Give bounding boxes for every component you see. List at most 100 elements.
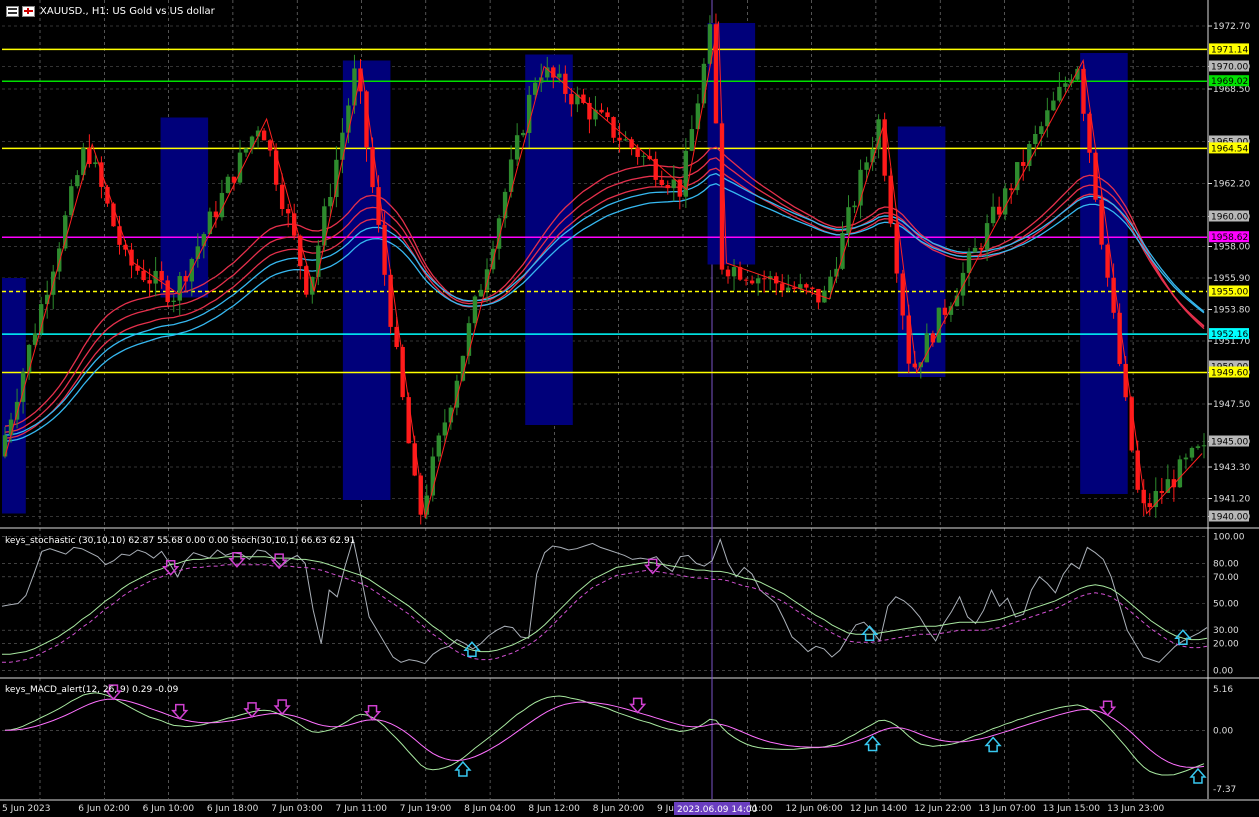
candle-body xyxy=(304,266,309,295)
level-marker-label: 1940.00 xyxy=(1211,513,1248,523)
candle-body xyxy=(249,136,255,149)
candle-body xyxy=(1111,277,1116,313)
candle-body xyxy=(273,150,279,185)
macd-line xyxy=(4,692,1205,776)
price-tick-label: 1947.50 xyxy=(1213,400,1250,410)
candle-body xyxy=(792,287,797,289)
candle-body xyxy=(14,401,20,420)
price-tick-label: 1972.70 xyxy=(1213,22,1250,32)
price-tick-label: 1962.20 xyxy=(1213,180,1250,190)
level-price-tag-label: 1952.16 xyxy=(1211,330,1248,340)
level-price-tag-label: 1958.62 xyxy=(1211,233,1248,243)
candle-body xyxy=(846,207,851,233)
time-tick-label: 8 Jun 12:00 xyxy=(528,804,580,814)
stoch-tick-label: 30.00 xyxy=(1213,626,1239,636)
time-tick-label: 12 Jun 14:00 xyxy=(850,804,907,814)
stoch-tick-label: 70.00 xyxy=(1213,573,1239,583)
candle-body xyxy=(786,287,791,291)
macd-tick-label: 0.00 xyxy=(1213,726,1233,736)
time-tick-label: 12 Jun 22:00 xyxy=(914,804,971,814)
candle-body xyxy=(1201,445,1207,447)
candle-body xyxy=(1123,363,1128,398)
candle-body xyxy=(1105,244,1110,278)
candle-body xyxy=(761,278,767,280)
candle-body xyxy=(996,206,1002,215)
time-tick-label: 13 Jun 15:00 xyxy=(1043,804,1100,814)
candle-body xyxy=(472,296,478,324)
candle-body xyxy=(599,109,604,113)
chart-window[interactable]: keys_stochastic (30,10,10) 62.87 55.68 0… xyxy=(0,0,1259,817)
candle-body xyxy=(617,137,622,141)
candle-body xyxy=(129,249,134,266)
candle-body xyxy=(725,269,731,277)
stoch-tick-label: 20.00 xyxy=(1213,640,1239,650)
candle-body xyxy=(171,300,176,302)
level-price-tag-label: 1971.14 xyxy=(1211,45,1248,55)
candle-body xyxy=(755,278,761,284)
chart-window-icon[interactable] xyxy=(6,6,36,17)
macd-line xyxy=(4,698,1205,768)
candle-body xyxy=(159,270,164,281)
candle-body xyxy=(520,132,526,136)
macd-title: keys_MACD_alert(12, 26, 9) 0.29 -0.09 xyxy=(5,685,179,695)
candle-body xyxy=(804,284,809,288)
time-tick-label: 12 Jun 06:00 xyxy=(786,804,843,814)
candle-body xyxy=(514,135,520,160)
candle-body xyxy=(213,211,219,218)
candle-body xyxy=(93,162,98,164)
candle-body xyxy=(689,129,695,151)
arrow-up-icon xyxy=(1189,767,1207,784)
arrow-down-icon xyxy=(243,702,261,719)
candle-body xyxy=(237,152,243,183)
candle-body xyxy=(1159,491,1165,493)
time-tick-label: 6 Jun 02:00 xyxy=(78,804,130,814)
candle-body xyxy=(442,422,448,436)
stochastic-signal-line xyxy=(2,564,1208,663)
macd-pane: keys_MACD_alert(12, 26, 9) 0.29 -0.09 xyxy=(4,684,1207,784)
time-axis: 5 Jun 2023 6 Jun 02:00 6 Jun 10:00 6 Jun 18… xyxy=(2,802,1165,815)
chart-title: XAUUSD., H1: US Gold vs US dollar xyxy=(40,6,215,17)
chart-canvas[interactable]: keys_stochastic (30,10,10) 62.87 55.68 0… xyxy=(0,0,1259,817)
stochastic-title: keys_stochastic (30,10,10) 62.87 55.68 0… xyxy=(5,536,355,546)
candle-body xyxy=(810,287,815,289)
crosshair-time-label: 2023.06.09 14:00 xyxy=(677,805,758,815)
candle-body xyxy=(960,272,966,296)
candle-body xyxy=(243,148,249,153)
candle-body xyxy=(1021,162,1026,166)
time-tick-label: 5 Jun 2023 xyxy=(2,804,50,814)
level-marker-label: 1960.00 xyxy=(1211,213,1248,223)
candle-body xyxy=(1057,86,1062,101)
stochastic-pane: keys_stochastic (30,10,10) 62.87 55.68 0… xyxy=(1,536,1208,665)
candle-body xyxy=(1027,144,1032,166)
candle-body xyxy=(683,150,689,197)
time-tick-label: 7 Jun 19:00 xyxy=(400,804,452,814)
candle-body xyxy=(1033,134,1038,145)
candle-body xyxy=(322,206,327,246)
candle-body xyxy=(659,179,664,185)
macd-tick-label: -7.37 xyxy=(1213,785,1236,795)
macd-tick-label: 5.16 xyxy=(1213,685,1233,695)
candle-body xyxy=(436,435,442,457)
time-tick-label: 7 Jun 03:00 xyxy=(271,804,323,814)
chart-header: XAUUSD., H1: US Gold vs US dollar xyxy=(6,6,215,17)
candle-body xyxy=(484,269,490,290)
candle-body xyxy=(737,267,743,280)
level-price-tag-label: 1964.54 xyxy=(1211,144,1248,154)
candle-body xyxy=(942,307,948,315)
candle-body xyxy=(225,176,231,193)
stoch-tick-label: 80.00 xyxy=(1213,559,1239,569)
candle-body xyxy=(141,270,146,281)
candle-body xyxy=(641,155,646,157)
candle-body xyxy=(261,130,267,141)
time-tick-label: 13 Jun 07:00 xyxy=(979,804,1036,814)
signal-zone xyxy=(160,117,209,298)
arrow-up-icon xyxy=(984,736,1002,753)
level-marker-label: 1945.00 xyxy=(1211,438,1248,448)
candle-body xyxy=(984,223,990,250)
candle-body xyxy=(924,333,930,363)
candle-body xyxy=(623,139,628,141)
arrow-up-icon xyxy=(454,760,472,777)
level-price-tag-label: 1969.02 xyxy=(1211,77,1248,87)
candle-body xyxy=(346,105,351,133)
stoch-tick-label: 50.00 xyxy=(1213,600,1239,610)
